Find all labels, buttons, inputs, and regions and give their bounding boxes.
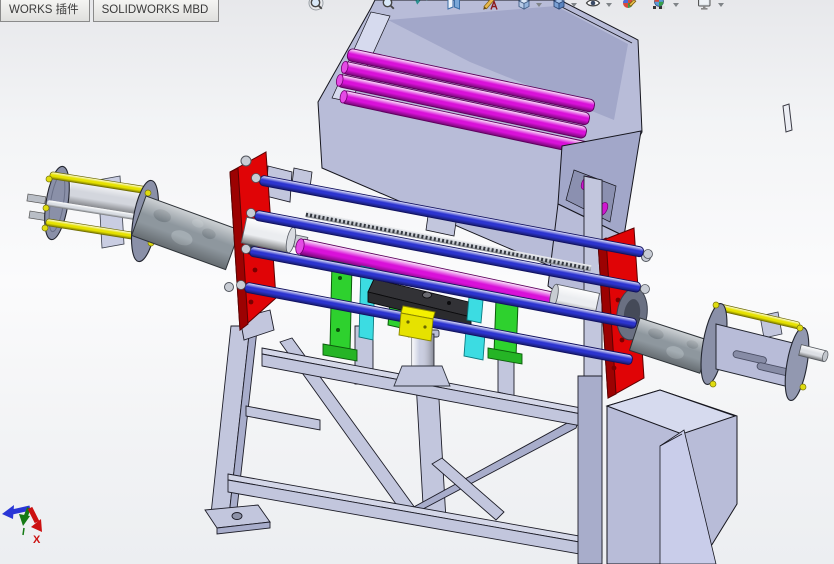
commandmanager-tabs: WORKS 插件 SOLIDWORKS MBD [0,0,220,22]
display-style-icon[interactable] [551,0,569,13]
view-orientation-dropdown-caret[interactable] [536,3,542,7]
hide-show-items-dropdown-caret[interactable] [606,3,612,7]
slotted-drum[interactable] [696,301,829,402]
annotation-icon[interactable] [482,0,500,13]
section-view-icon[interactable] [446,0,464,13]
view-settings-icon[interactable] [696,0,714,13]
tab-solidworks-addins[interactable]: WORKS 插件 [0,0,90,22]
tab-solidworks-mbd[interactable]: SOLIDWORKS MBD [92,0,220,22]
zoom-to-fit-icon[interactable] [308,0,326,13]
triad-x-label: X [33,534,41,546]
view-triad: X [2,505,42,546]
floating-part[interactable] [782,103,793,133]
display-style-dropdown-caret[interactable] [571,3,577,7]
previous-view-icon[interactable] [414,0,432,13]
discharge-chute[interactable] [605,389,738,564]
apply-scene-icon[interactable] [651,0,669,13]
edit-appearance-icon[interactable] [621,0,639,13]
view-settings-dropdown-caret[interactable] [718,3,724,7]
drive-shaft-left[interactable] [130,195,241,271]
hide-show-items-icon[interactable] [585,0,603,13]
solidworks-viewport-screen: WORKS 插件 SOLIDWORKS MBD X [0,0,834,564]
view-orientation-icon[interactable] [516,0,534,13]
model-canvas[interactable]: X [0,0,834,564]
zoom-to-area-icon[interactable] [380,0,398,13]
rod-clamp[interactable] [398,305,436,342]
apply-scene-dropdown-caret[interactable] [673,3,679,7]
